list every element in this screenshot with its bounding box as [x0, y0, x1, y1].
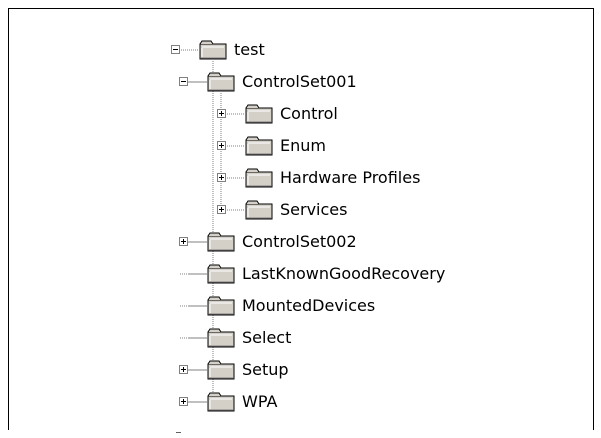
tree-view-panel: test ControlSet001 Control Enum Hardware Pro…	[8, 8, 594, 433]
tree-node-label[interactable]: Hardware Profiles	[280, 167, 420, 189]
folder-icon	[207, 295, 236, 317]
folder-icon	[245, 135, 274, 157]
minus-expander-icon[interactable]	[179, 77, 188, 86]
tree-node-services[interactable]: Services	[9, 194, 589, 226]
tree-node-lastknowngoodrecovery[interactable]: LastKnownGoodRecovery	[9, 258, 589, 290]
tree-node-label[interactable]: ControlSet002	[242, 231, 357, 253]
plus-expander-icon[interactable]	[179, 365, 188, 374]
tree-node-label[interactable]: WPA	[242, 391, 277, 413]
plus-expander-icon[interactable]	[217, 173, 226, 182]
folder-icon	[245, 167, 274, 189]
folder-icon	[207, 359, 236, 381]
tree-node-label[interactable]: LastKnownGoodRecovery	[242, 263, 445, 285]
tree-node-enum[interactable]: Enum	[9, 130, 589, 162]
plus-expander-icon[interactable]	[217, 205, 226, 214]
frame-tail-mark	[176, 432, 181, 433]
folder-icon	[207, 327, 236, 349]
tree-node-select[interactable]: Select	[9, 322, 589, 354]
tree-node-setup[interactable]: Setup	[9, 354, 589, 386]
tree-node-controlset001[interactable]: ControlSet001	[9, 66, 589, 98]
tree-node-hardware-profiles[interactable]: Hardware Profiles	[9, 162, 589, 194]
tree-node-controlset002[interactable]: ControlSet002	[9, 226, 589, 258]
folder-icon	[245, 103, 274, 125]
tree-node-test[interactable]: test	[9, 34, 589, 66]
tree-node-label[interactable]: ControlSet001	[242, 71, 357, 93]
folder-icon	[207, 391, 236, 413]
tree-node-label[interactable]: Setup	[242, 359, 289, 381]
tree-node-label[interactable]: Select	[242, 327, 291, 349]
tree-node-label[interactable]: Control	[280, 103, 338, 125]
tree-node-label[interactable]: Services	[280, 199, 347, 221]
plus-expander-icon[interactable]	[217, 141, 226, 150]
folder-icon	[199, 39, 228, 61]
folder-icon	[245, 199, 274, 221]
plus-expander-icon[interactable]	[179, 397, 188, 406]
tree-node-mounteddevices[interactable]: MountedDevices	[9, 290, 589, 322]
tree-node-label[interactable]: test	[234, 39, 265, 61]
folder-icon	[207, 263, 236, 285]
tree-node-label[interactable]: Enum	[280, 135, 326, 157]
tree-node-wpa[interactable]: WPA	[9, 386, 589, 418]
plus-expander-icon[interactable]	[217, 109, 226, 118]
plus-expander-icon[interactable]	[179, 237, 188, 246]
minus-expander-icon[interactable]	[171, 45, 180, 54]
folder-icon	[207, 231, 236, 253]
tree-node-control[interactable]: Control	[9, 98, 589, 130]
folder-icon	[207, 71, 236, 93]
tree-node-label[interactable]: MountedDevices	[242, 295, 375, 317]
